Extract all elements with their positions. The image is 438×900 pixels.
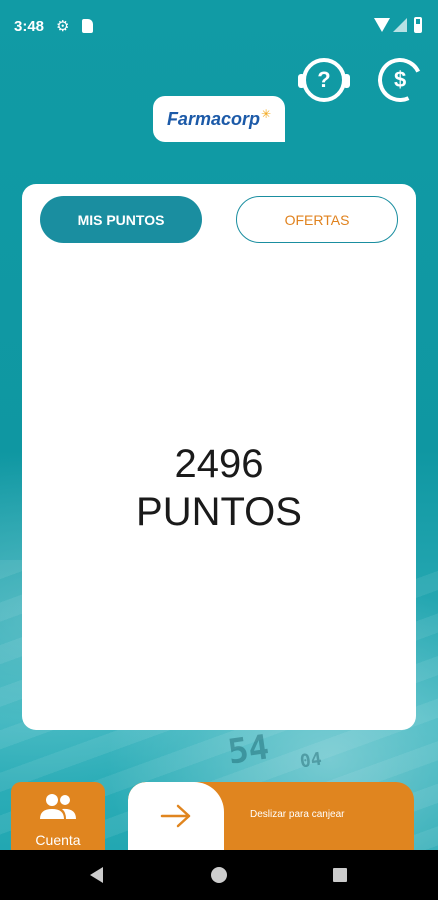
recent-apps-icon[interactable] — [333, 868, 347, 882]
home-icon[interactable] — [211, 867, 227, 883]
points-value: 2496 — [174, 442, 264, 486]
back-icon[interactable] — [90, 867, 103, 883]
question-mark-icon: ? — [317, 67, 331, 92]
account-label: Cuenta — [35, 832, 81, 848]
status-time: 3:48 — [14, 18, 45, 35]
sd-card-icon — [82, 19, 93, 33]
logo-text: Farmacorp — [166, 108, 260, 129]
logo-star-icon: ✳ — [260, 107, 272, 121]
slider-text: Deslizar para canjear — [250, 809, 345, 820]
arrow-right-icon — [160, 804, 191, 828]
card-digits: 54 — [225, 727, 272, 773]
people-icon — [40, 794, 76, 819]
wifi-icon — [374, 18, 390, 32]
redeem-slider[interactable]: Deslizar para canjear — [128, 782, 414, 850]
points-card: MIS PUNTOS OFERTAS 2496 PUNTOS — [22, 184, 416, 730]
farmacorp-logo: Farmacorp ✳ — [153, 96, 285, 142]
dollar-sign-icon: $ — [393, 67, 407, 92]
battery-icon — [414, 17, 422, 33]
tab-mis-puntos[interactable]: MIS PUNTOS — [40, 196, 202, 243]
navigation-bar — [0, 850, 438, 900]
cell-signal-icon — [393, 18, 407, 32]
card-digits-small: 04 — [298, 748, 324, 773]
slider-handle[interactable] — [128, 782, 224, 850]
points-label: PUNTOS — [136, 490, 302, 534]
status-bar: 3:48 ⚙ — [0, 0, 438, 52]
account-button[interactable]: Cuenta — [11, 782, 105, 850]
settings-gear-icon: ⚙ — [56, 18, 70, 35]
help-headset-icon[interactable]: ? — [298, 58, 350, 102]
tab-ofertas[interactable]: OFERTAS — [236, 196, 398, 243]
